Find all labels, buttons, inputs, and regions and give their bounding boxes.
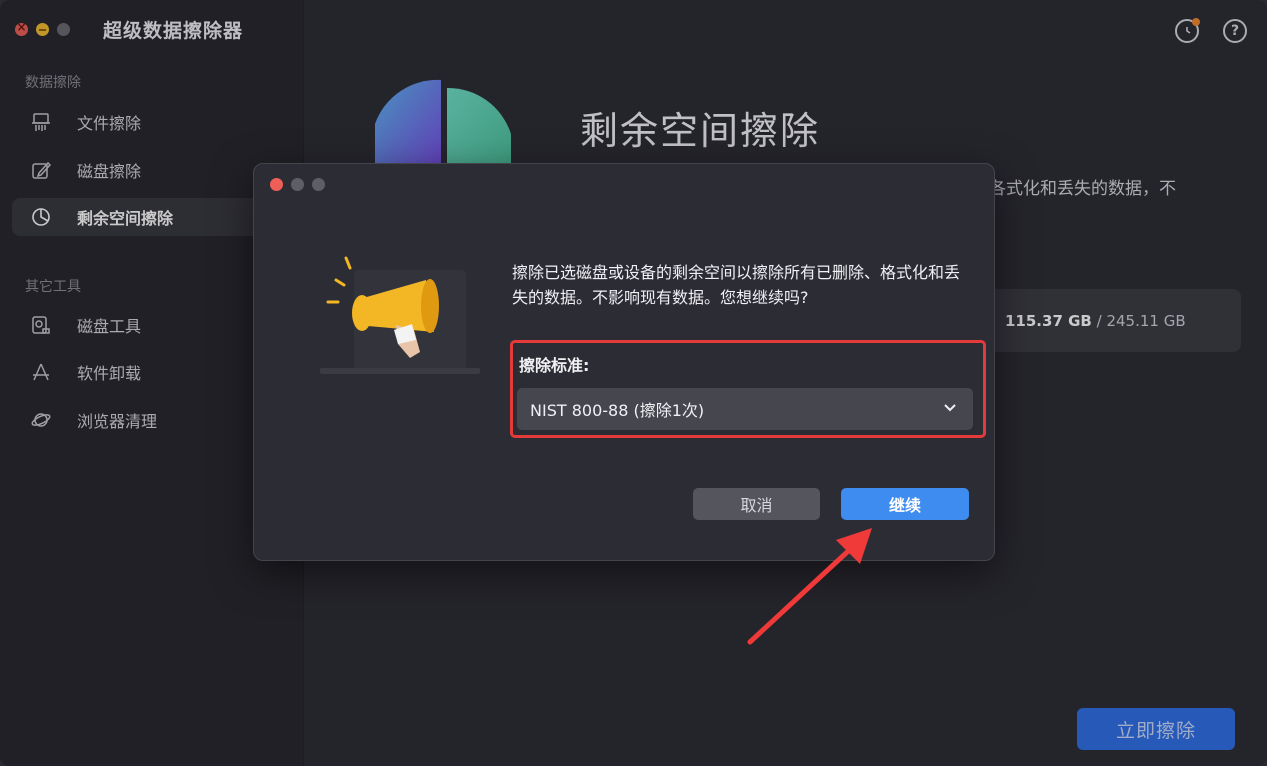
- disk-tool-icon: [30, 314, 52, 336]
- pie-chart-illustration: [373, 78, 513, 168]
- page-title: 剩余空间擦除: [580, 109, 821, 153]
- app-title: 超级数据擦除器: [103, 20, 244, 42]
- chevron-down-icon: [941, 398, 959, 416]
- erase-standard-value: NIST 800-88 (擦除1次): [530, 401, 705, 420]
- zoom-window-button[interactable]: [57, 23, 70, 36]
- section-title-data-erase: 数据擦除: [25, 75, 81, 91]
- window-controls: [15, 20, 70, 36]
- app-window: 超级数据擦除器 数据擦除 文件擦除 磁盘擦除: [0, 0, 1267, 766]
- continue-button[interactable]: 继续: [841, 488, 969, 520]
- notification-dot: [1192, 18, 1200, 26]
- megaphone-icon: [316, 240, 486, 380]
- sidebar-item-free-space-erase[interactable]: 剩余空间擦除: [12, 198, 262, 236]
- erase-standard-highlight: 擦除标准: NIST 800-88 (擦除1次): [510, 340, 986, 438]
- planet-icon: [30, 409, 52, 431]
- sidebar-item-disk-erase[interactable]: 磁盘擦除: [12, 151, 262, 189]
- sidebar-item-disk-tools[interactable]: 磁盘工具: [12, 306, 262, 344]
- disk-usage-card[interactable]: 115.37 GB / 245.11 GB: [985, 289, 1241, 352]
- dialog-minimize-button: [291, 178, 304, 191]
- erase-now-button[interactable]: 立即擦除: [1077, 708, 1235, 750]
- confirm-dialog: 擦除已选磁盘或设备的剩余空间以擦除所有已删除、格式化和丢失的数据。不影响现有数据…: [253, 163, 995, 561]
- help-icon[interactable]: ?: [1223, 19, 1247, 43]
- sidebar-item-file-erase[interactable]: 文件擦除: [12, 103, 262, 141]
- erase-standard-select[interactable]: NIST 800-88 (擦除1次): [517, 388, 973, 430]
- sidebar-item-label: 磁盘擦除: [77, 162, 142, 181]
- sidebar-item-label: 浏览器清理: [77, 412, 158, 431]
- page-description: 各式化和丢失的数据，不: [989, 179, 1176, 199]
- header-icons: ?: [1175, 18, 1247, 43]
- disk-used-value: 115.37 GB: [1005, 311, 1092, 330]
- section-title-other-tools: 其它工具: [25, 279, 81, 295]
- sidebar-item-app-uninstall[interactable]: 软件卸载: [12, 353, 262, 391]
- sidebar-item-label: 磁盘工具: [77, 317, 142, 336]
- sidebar-item-label: 剩余空间擦除: [77, 209, 174, 228]
- sidebar-item-label: 文件擦除: [77, 114, 142, 133]
- close-window-button[interactable]: [15, 20, 28, 36]
- history-icon[interactable]: [1175, 18, 1200, 43]
- cancel-button[interactable]: 取消: [693, 488, 820, 520]
- minimize-window-button[interactable]: [36, 23, 49, 36]
- file-shredder-icon: [30, 111, 52, 133]
- disk-total-value: 245.11 GB: [1106, 311, 1186, 330]
- dialog-close-button[interactable]: [270, 178, 283, 191]
- dialog-window-controls: [270, 178, 325, 191]
- disk-erase-icon: [30, 159, 52, 181]
- sidebar-item-browser-clean[interactable]: 浏览器清理: [12, 401, 262, 439]
- erase-standard-label: 擦除标准:: [519, 356, 590, 375]
- sidebar-item-label: 软件卸载: [77, 364, 142, 383]
- disk-separator: /: [1091, 311, 1107, 330]
- app-uninstall-icon: [30, 361, 52, 383]
- dialog-message: 擦除已选磁盘或设备的剩余空间以擦除所有已删除、格式化和丢失的数据。不影响现有数据…: [512, 263, 961, 307]
- dialog-zoom-button: [312, 178, 325, 191]
- pie-chart-icon: [30, 206, 52, 228]
